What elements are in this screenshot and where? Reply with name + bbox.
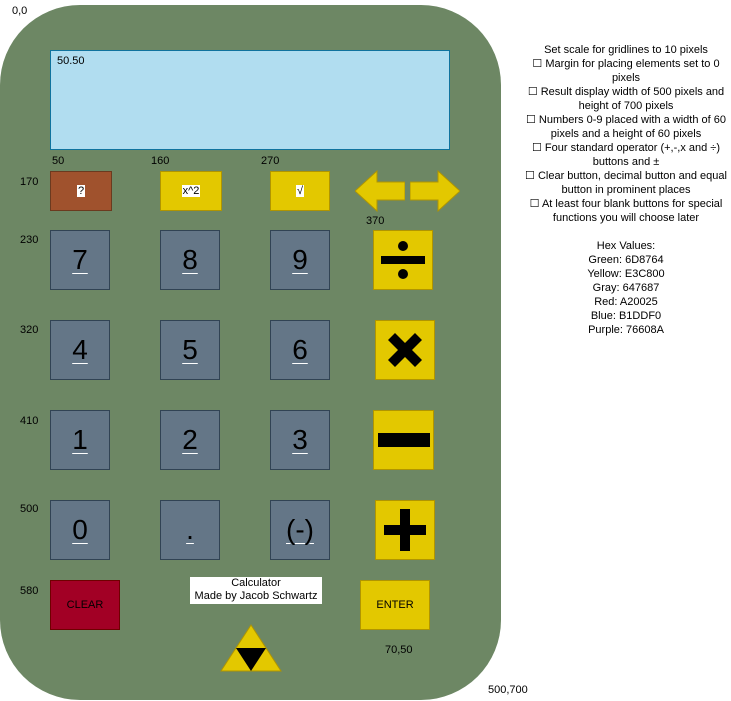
triforce-icon[interactable]	[220, 624, 282, 672]
number-6-button[interactable]: 6	[270, 320, 330, 380]
number-5-button[interactable]: 5	[160, 320, 220, 380]
col1-label: 50	[52, 155, 65, 167]
requirements-notes: Set scale for gridlines to 10 pixels ☐ M…	[518, 43, 731, 337]
number-7-label: 7	[72, 244, 88, 275]
hex-item: Red: A20025	[594, 296, 658, 308]
divide-button[interactable]	[373, 230, 433, 290]
hex-title: Hex Values:	[596, 240, 656, 252]
minus-icon	[377, 433, 430, 447]
credit-title: Calculator	[231, 577, 281, 589]
body-size-label: 500,700	[488, 684, 528, 696]
enter-size-label: 70,50	[385, 644, 413, 656]
note-item: ☐ Clear button, decimal button and equal…	[525, 170, 727, 196]
number-4-button[interactable]: 4	[50, 320, 110, 380]
row-top-label: 170	[20, 176, 39, 188]
note-item: ☐ Result display width of 500 pixels and…	[527, 86, 725, 112]
sqrt-button[interactable]: √	[270, 171, 330, 211]
hex-item: Yellow: E3C800	[587, 268, 665, 280]
number-1-label: 1	[72, 424, 88, 455]
decimal-button[interactable]: .	[160, 500, 220, 560]
row3-label: 410	[20, 415, 39, 427]
square-button[interactable]: x^2	[160, 171, 222, 211]
number-8-label: 8	[182, 244, 198, 275]
number-8-button[interactable]: 8	[160, 230, 220, 290]
arrow-right-icon[interactable]	[410, 170, 460, 212]
multiply-button[interactable]	[375, 320, 435, 380]
number-7-button[interactable]: 7	[50, 230, 110, 290]
hex-values: Hex Values: Green: 6D8764 Yellow: E3C800…	[518, 239, 731, 337]
number-4-label: 4	[72, 334, 88, 365]
clear-button-label: CLEAR	[66, 599, 104, 611]
col2-label: 160	[151, 155, 170, 167]
origin-label: 0,0	[12, 5, 28, 17]
special-button-unknown-label: ?	[76, 185, 86, 197]
clear-button[interactable]: CLEAR	[50, 580, 120, 630]
number-6-label: 6	[292, 334, 308, 365]
minus-button[interactable]	[373, 410, 434, 470]
enter-button[interactable]: ENTER	[360, 580, 430, 630]
hex-item: Gray: 647687	[592, 282, 660, 294]
number-3-label: 3	[292, 424, 308, 455]
note-item: ☐ Numbers 0-9 placed with a width of 60 …	[525, 114, 726, 140]
number-9-button[interactable]: 9	[270, 230, 330, 290]
note-item: ☐ Four standard operator (+,-,x and ÷) b…	[531, 142, 720, 168]
row4-label: 500	[20, 503, 39, 515]
square-button-label: x^2	[181, 185, 201, 197]
credit-label: Calculator Made by Jacob Schwartz	[189, 576, 323, 605]
row5-label: 580	[20, 585, 39, 597]
row1-label: 230	[20, 234, 39, 246]
hex-item: Blue: B1DDF0	[590, 310, 662, 322]
negate-button[interactable]: (-)	[270, 500, 330, 560]
number-2-button[interactable]: 2	[160, 410, 220, 470]
note-item: ☐ Margin for placing elements set to 0 p…	[532, 58, 720, 84]
result-display: 50.50	[50, 50, 450, 150]
decimal-label: .	[186, 514, 194, 545]
col4-label: 370	[366, 215, 385, 227]
hex-item: Green: 6D8764	[588, 254, 664, 266]
number-0-label: 0	[72, 514, 88, 545]
multiply-icon	[388, 333, 422, 367]
note-item: Set scale for gridlines to 10 pixels	[544, 44, 708, 56]
credit-author: Made by Jacob Schwartz	[194, 590, 318, 602]
negate-label: (-)	[286, 514, 314, 545]
number-9-label: 9	[292, 244, 308, 275]
number-2-label: 2	[182, 424, 198, 455]
row2-label: 320	[20, 324, 39, 336]
col3-label: 270	[261, 155, 280, 167]
sqrt-button-label: √	[295, 185, 305, 197]
enter-button-label: ENTER	[376, 599, 414, 611]
plus-icon	[384, 509, 426, 551]
divide-icon	[381, 241, 425, 279]
number-5-label: 5	[182, 334, 198, 365]
number-1-button[interactable]: 1	[50, 410, 110, 470]
plus-button[interactable]	[375, 500, 435, 560]
special-button-unknown[interactable]: ?	[50, 171, 112, 211]
display-label: 50.50	[57, 55, 85, 67]
hex-item: Purple: 76608A	[588, 324, 664, 336]
arrow-left-icon[interactable]	[355, 170, 405, 212]
number-3-button[interactable]: 3	[270, 410, 330, 470]
number-0-button[interactable]: 0	[50, 500, 110, 560]
note-item: ☐ At least four blank buttons for specia…	[529, 198, 723, 224]
